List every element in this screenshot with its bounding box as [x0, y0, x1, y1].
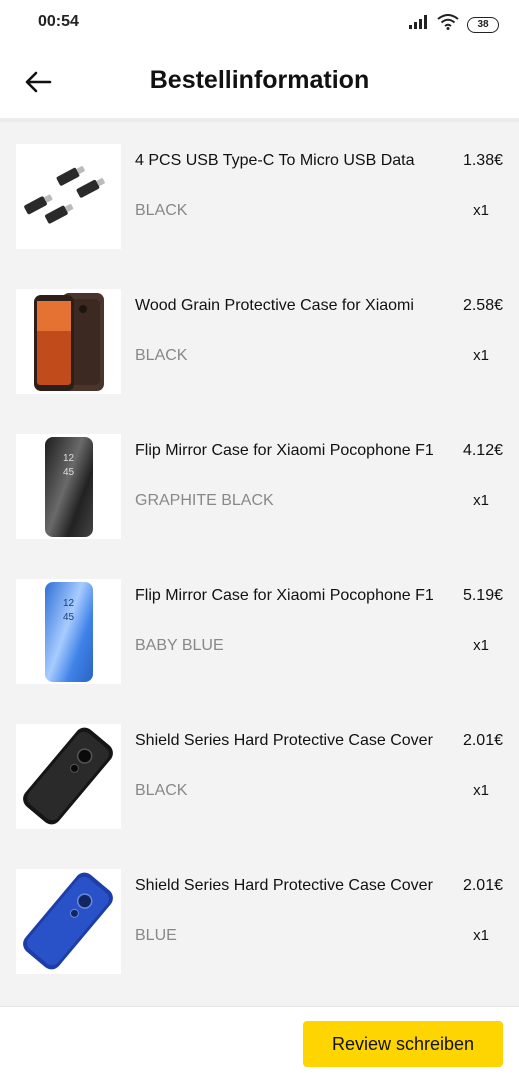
item-variant: BLACK	[135, 202, 188, 219]
item-price: 2.58€	[462, 297, 503, 314]
signal-icon	[409, 15, 429, 34]
order-item-list[interactable]: 4 PCS USB Type-C To Micro USB Data BLACK…	[0, 122, 519, 1006]
item-price: 2.01€	[462, 877, 503, 894]
item-quantity: x1	[473, 202, 489, 219]
item-name: Shield Series Hard Protective Case Cover	[135, 732, 433, 749]
item-variant: GRAPHITE BLACK	[135, 492, 274, 509]
order-item[interactable]: 12 45 Flip Mirror Case for Xiaomi Pocoph…	[0, 412, 519, 557]
item-variant: BLACK	[135, 347, 188, 364]
item-name: Shield Series Hard Protective Case Cover	[135, 877, 433, 894]
shield-case-black-image	[16, 724, 121, 829]
item-name: Wood Grain Protective Case for Xiaomi	[135, 297, 414, 314]
app-bar: Bestellinformation	[0, 46, 519, 119]
order-item[interactable]: 12 45 Flip Mirror Case for Xiaomi Pocoph…	[0, 557, 519, 702]
order-item[interactable]: 4 PCS USB Type-C To Micro USB Data BLACK…	[0, 122, 519, 267]
status-icons: 38	[409, 14, 499, 35]
mirror-clock-minute: 45	[62, 611, 75, 623]
wifi-icon	[437, 14, 459, 35]
order-item[interactable]: Shield Series Hard Protective Case Cover…	[0, 847, 519, 992]
item-name: Flip Mirror Case for Xiaomi Pocophone F1	[135, 587, 434, 604]
wood-case-image	[16, 289, 121, 394]
item-variant: BABY BLUE	[135, 637, 224, 654]
mirror-case-blue-image: 12 45	[16, 579, 121, 684]
bottom-action-bar: Review schreiben	[0, 1006, 519, 1081]
status-time: 00:54	[38, 13, 79, 30]
order-item[interactable]: Shield Series Hard Protective Case Cover…	[0, 702, 519, 847]
usb-adapter-image	[16, 144, 121, 249]
order-item[interactable]: Wood Grain Protective Case for Xiaomi BL…	[0, 267, 519, 412]
item-variant: BLUE	[135, 927, 177, 944]
item-quantity: x1	[473, 782, 489, 799]
page-title: Bestellinformation	[149, 66, 370, 94]
item-quantity: x1	[473, 492, 489, 509]
item-price: 1.38€	[462, 152, 503, 169]
item-quantity: x1	[473, 927, 489, 944]
item-name: 4 PCS USB Type-C To Micro USB Data	[135, 152, 415, 169]
mirror-clock-hour: 12	[62, 452, 75, 464]
item-price: 2.01€	[462, 732, 503, 749]
item-variant: BLACK	[135, 782, 188, 799]
item-name: Flip Mirror Case for Xiaomi Pocophone F1	[135, 442, 434, 459]
status-bar: 00:54 38	[0, 0, 519, 46]
item-price: 4.12€	[462, 442, 503, 459]
item-quantity: x1	[473, 347, 489, 364]
shield-case-blue-image	[16, 869, 121, 974]
write-review-button[interactable]: Review schreiben	[303, 1021, 503, 1067]
item-quantity: x1	[473, 637, 489, 654]
mirror-clock-minute: 45	[62, 466, 75, 478]
item-price: 5.19€	[462, 587, 503, 604]
mirror-case-black-image: 12 45	[16, 434, 121, 539]
battery-icon: 38	[467, 16, 499, 33]
mirror-clock-hour: 12	[62, 597, 75, 609]
